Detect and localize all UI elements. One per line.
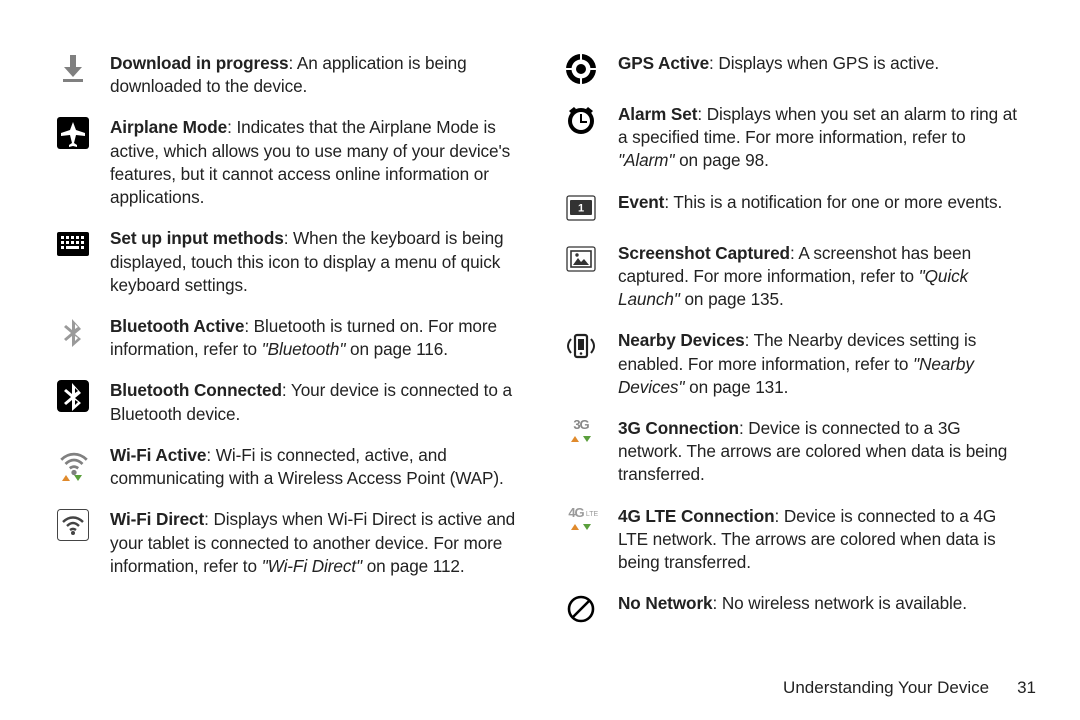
entry-text: GPS Active: Displays when GPS is active. xyxy=(618,52,1026,75)
entry-after: on page 116. xyxy=(345,339,448,359)
entry-title: Set up input methods xyxy=(110,228,284,248)
column-right: GPS Active: Displays when GPS is active.… xyxy=(562,52,1026,643)
entry-title: Bluetooth Active xyxy=(110,316,244,336)
footer-label: Understanding Your Device xyxy=(783,678,989,697)
entry-title: 4G LTE Connection xyxy=(618,506,775,526)
entry-title: Download in progress xyxy=(110,53,289,73)
4g-icon: 4GLTE xyxy=(562,505,600,536)
icon-entry: Wi-Fi Direct: Displays when Wi-Fi Direct… xyxy=(54,508,518,578)
icon-entry: 3G 3G Connection: Device is connected to … xyxy=(562,417,1026,487)
icon-entry: GPS Active: Displays when GPS is active. xyxy=(562,52,1026,85)
entry-title: Wi-Fi Direct xyxy=(110,509,204,529)
svg-text:3G: 3G xyxy=(573,418,589,432)
icon-entry: Nearby Devices: The Nearby devices setti… xyxy=(562,329,1026,399)
entry-ref: "Alarm" xyxy=(618,150,674,170)
entry-title: Wi-Fi Active xyxy=(110,445,206,465)
entry-title: Nearby Devices xyxy=(618,330,745,350)
icon-entry: Bluetooth Active: Bluetooth is turned on… xyxy=(54,315,518,361)
icon-entry: Bluetooth Connected: Your device is conn… xyxy=(54,379,518,425)
bt-off-icon xyxy=(54,315,92,348)
page: Download in progress: An application is … xyxy=(0,0,1080,653)
gps-icon xyxy=(562,52,600,85)
event-icon xyxy=(562,191,600,224)
footer-page: 31 xyxy=(1017,678,1036,697)
entry-ref: "Bluetooth" xyxy=(262,339,346,359)
icon-entry: Event: This is a notification for one or… xyxy=(562,191,1026,224)
entry-text: Alarm Set: Displays when you set an alar… xyxy=(618,103,1026,173)
icon-entry: Download in progress: An application is … xyxy=(54,52,518,98)
airplane-icon xyxy=(54,116,92,149)
keyboard-icon xyxy=(54,227,92,260)
entry-body: : Displays when GPS is active. xyxy=(709,53,939,73)
entry-text: Wi-Fi Active: Wi-Fi is connected, active… xyxy=(110,444,518,490)
entry-title: Airplane Mode xyxy=(110,117,227,137)
entry-text: Bluetooth Active: Bluetooth is turned on… xyxy=(110,315,518,361)
entry-text: 4G LTE Connection: Device is connected t… xyxy=(618,505,1026,575)
screenshot-icon xyxy=(562,242,600,275)
icon-entry: Set up input methods: When the keyboard … xyxy=(54,227,518,297)
entry-text: Bluetooth Connected: Your device is conn… xyxy=(110,379,518,425)
wifidirect-icon xyxy=(54,508,92,541)
entry-text: Screenshot Captured: A screenshot has be… xyxy=(618,242,1026,312)
entry-text: Airplane Mode: Indicates that the Airpla… xyxy=(110,116,518,209)
entry-text: Wi-Fi Direct: Displays when Wi-Fi Direct… xyxy=(110,508,518,578)
wifi-icon xyxy=(54,444,92,483)
entry-ref: "Wi-Fi Direct" xyxy=(262,556,362,576)
bt-on-icon xyxy=(54,379,92,412)
entry-after: on page 131. xyxy=(684,377,788,397)
entry-after: on page 135. xyxy=(680,289,784,309)
nearby-icon xyxy=(562,329,600,362)
entry-title: No Network xyxy=(618,593,713,613)
3g-icon: 3G xyxy=(562,417,600,448)
icon-entry: 4GLTE 4G LTE Connection: Device is connec… xyxy=(562,505,1026,575)
download-icon xyxy=(54,52,92,85)
entry-title: Screenshot Captured xyxy=(618,243,790,263)
entry-title: GPS Active xyxy=(618,53,709,73)
entry-title: Bluetooth Connected xyxy=(110,380,282,400)
entry-after: on page 98. xyxy=(674,150,768,170)
entry-text: No Network: No wireless network is avail… xyxy=(618,592,1026,615)
entry-text: Event: This is a notification for one or… xyxy=(618,191,1026,214)
svg-text:LTE: LTE xyxy=(586,511,599,518)
icon-entry: Alarm Set: Displays when you set an alar… xyxy=(562,103,1026,173)
footer: Understanding Your Device 31 xyxy=(783,677,1036,700)
entry-title: Event xyxy=(618,192,664,212)
nonet-icon xyxy=(562,592,600,625)
entry-body: : No wireless network is available. xyxy=(713,593,967,613)
entry-body: : This is a notification for one or more… xyxy=(664,192,1002,212)
entry-text: Nearby Devices: The Nearby devices setti… xyxy=(618,329,1026,399)
icon-entry: No Network: No wireless network is avail… xyxy=(562,592,1026,625)
entry-text: Download in progress: An application is … xyxy=(110,52,518,98)
entry-title: Alarm Set xyxy=(618,104,697,124)
column-left: Download in progress: An application is … xyxy=(54,52,518,643)
svg-text:4G: 4G xyxy=(568,506,584,520)
icon-entry: Screenshot Captured: A screenshot has be… xyxy=(562,242,1026,312)
entry-after: on page 112. xyxy=(362,556,465,576)
entry-title: 3G Connection xyxy=(618,418,739,438)
icon-entry: Airplane Mode: Indicates that the Airpla… xyxy=(54,116,518,209)
entry-text: 3G Connection: Device is connected to a … xyxy=(618,417,1026,487)
entry-text: Set up input methods: When the keyboard … xyxy=(110,227,518,297)
icon-entry: Wi-Fi Active: Wi-Fi is connected, active… xyxy=(54,444,518,490)
alarm-icon xyxy=(562,103,600,136)
